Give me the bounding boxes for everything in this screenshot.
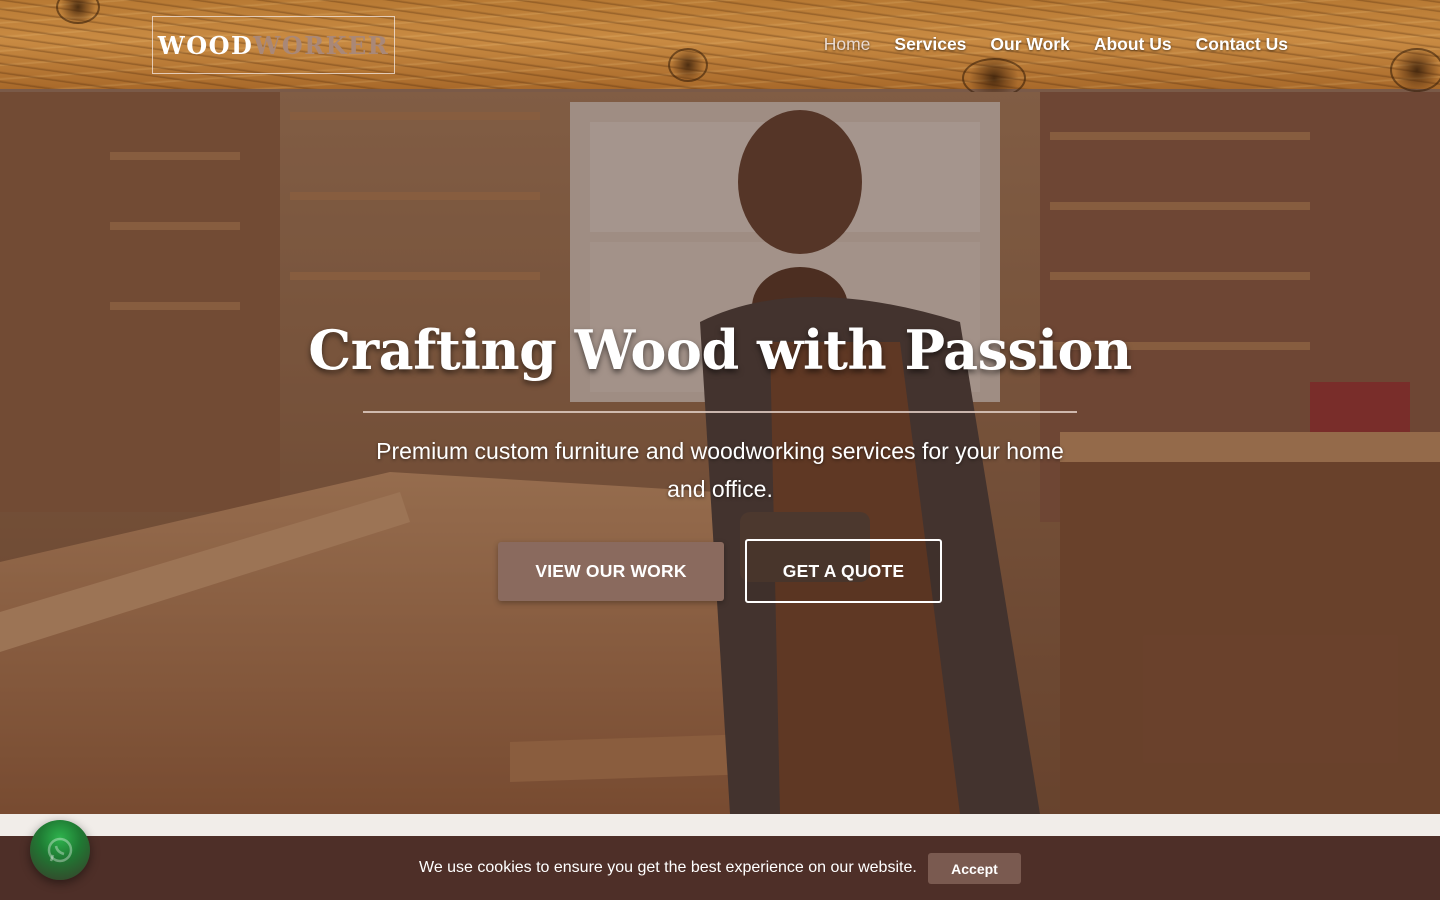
- logo-wood-text: WOOD: [157, 30, 254, 60]
- view-our-work-button[interactable]: VIEW OUR WORK: [498, 542, 724, 601]
- hero-divider: [363, 411, 1077, 413]
- cookie-message: We use cookies to ensure you get the bes…: [419, 859, 917, 876]
- whatsapp-icon: [47, 837, 73, 863]
- next-section-top: [0, 814, 1440, 836]
- site-logo[interactable]: WOOD WORKER: [152, 16, 395, 74]
- cookie-banner: We use cookies to ensure you get the bes…: [0, 836, 1440, 900]
- nav-contact-us[interactable]: Contact Us: [1196, 34, 1288, 55]
- hero-content: Crafting Wood with Passion Premium custo…: [0, 92, 1440, 814]
- hero-title: Crafting Wood with Passion: [308, 318, 1132, 382]
- nav-home[interactable]: Home: [824, 34, 871, 55]
- logo-worker-text: WORKER: [253, 30, 390, 60]
- whatsapp-float-button[interactable]: [30, 820, 90, 880]
- hero-section: Crafting Wood with Passion Premium custo…: [0, 92, 1440, 814]
- site-header: WOOD WORKER Home Services Our Work About …: [0, 0, 1440, 98]
- main-nav: Home Services Our Work About Us Contact …: [800, 34, 1288, 55]
- hero-subtitle: Premium custom furniture and woodworking…: [376, 438, 1064, 502]
- nav-about-us[interactable]: About Us: [1094, 34, 1172, 55]
- wood-knot-decoration: [56, 0, 100, 24]
- wood-knot-decoration: [1390, 48, 1440, 92]
- nav-services[interactable]: Services: [894, 34, 966, 55]
- wood-knot-decoration: [668, 48, 708, 82]
- cookie-accept-button[interactable]: Accept: [928, 853, 1021, 884]
- nav-our-work[interactable]: Our Work: [990, 34, 1069, 55]
- get-a-quote-button[interactable]: GET A QUOTE: [745, 539, 942, 603]
